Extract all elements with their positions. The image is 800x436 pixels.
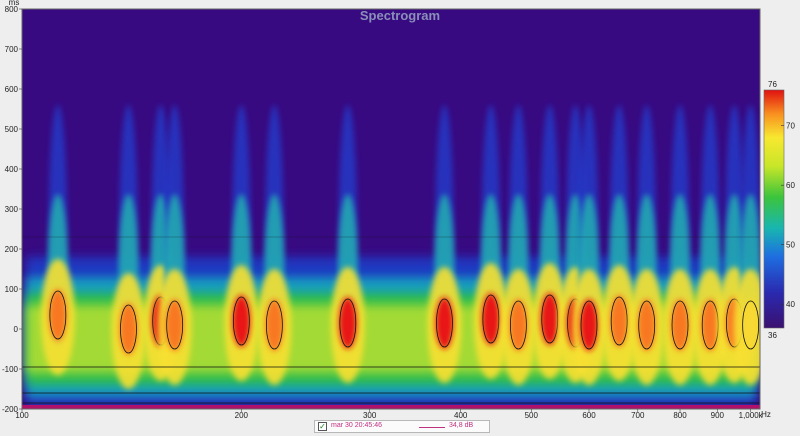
- x-tick-label: 1,000k: [739, 411, 764, 420]
- y-tick-label: 600: [5, 85, 19, 94]
- legend-series-name: mar 30 20:45:46: [331, 422, 382, 429]
- legend-series-value: 34,8 dB: [449, 422, 474, 429]
- peak-mark: [481, 293, 500, 345]
- peak-mark: [338, 297, 357, 349]
- peak-mark: [48, 289, 67, 341]
- y-tick-label: -100: [2, 365, 19, 374]
- y-tick-label: 500: [5, 125, 19, 134]
- x-tick-label: 600: [582, 411, 596, 420]
- x-tick-label: 300: [363, 411, 377, 420]
- x-axis-ticks: 100 200 300 400 500 600 700 800 900 1,000k: [15, 409, 764, 420]
- peak-mark: [265, 299, 284, 351]
- chart-title: Spectrogram: [360, 8, 440, 23]
- peak-mark: [671, 299, 690, 351]
- colorbar-tick-label: 50: [786, 241, 795, 250]
- x-tick-label: 800: [673, 411, 687, 420]
- x-tick-label: 200: [235, 411, 249, 420]
- y-tick-label: 200: [5, 245, 19, 254]
- spectrogram-chart: Spectrogram ms Hz -200-10001002003004005…: [2, 0, 795, 420]
- peak-mark: [232, 295, 251, 347]
- peak-mark: [165, 299, 184, 351]
- peak-mark: [509, 299, 528, 351]
- y-tick-label: 100: [5, 285, 19, 294]
- x-tick-label: 100: [15, 411, 29, 420]
- floor-band: [22, 405, 760, 409]
- legend-line-swatch: [419, 427, 445, 428]
- peak-mark: [579, 299, 598, 351]
- y-tick-label: 800: [5, 5, 19, 14]
- x-tick-label: 700: [631, 411, 645, 420]
- legend: ✓ mar 30 20:45:46 34,8 dB: [314, 420, 490, 433]
- peak-mark: [610, 295, 629, 347]
- x-tick-label: 900: [711, 411, 725, 420]
- colorbar-tick-label: 70: [786, 122, 795, 131]
- y-tick-label: 300: [5, 205, 19, 214]
- y-axis-ticks: -200-1000100200300400500600700800: [2, 5, 22, 414]
- peak-mark: [701, 299, 720, 351]
- peak-mark: [637, 299, 656, 351]
- colorbar-tick-label: 60: [786, 181, 795, 190]
- y-tick-label: 400: [5, 165, 19, 174]
- colorbar-min-label: 36: [768, 331, 777, 340]
- y-tick-label: 700: [5, 45, 19, 54]
- x-tick-label: 400: [454, 411, 468, 420]
- legend-checkbox[interactable]: ✓: [318, 422, 327, 431]
- x-tick-label: 500: [525, 411, 539, 420]
- colorbar-tick-label: 40: [786, 300, 795, 309]
- peak-mark: [540, 293, 559, 345]
- peak-mark: [741, 299, 760, 351]
- colorbar-max-label: 76: [768, 80, 777, 89]
- peak-mark: [119, 303, 138, 355]
- y-tick-label: 0: [14, 325, 19, 334]
- peak-mark: [435, 297, 454, 349]
